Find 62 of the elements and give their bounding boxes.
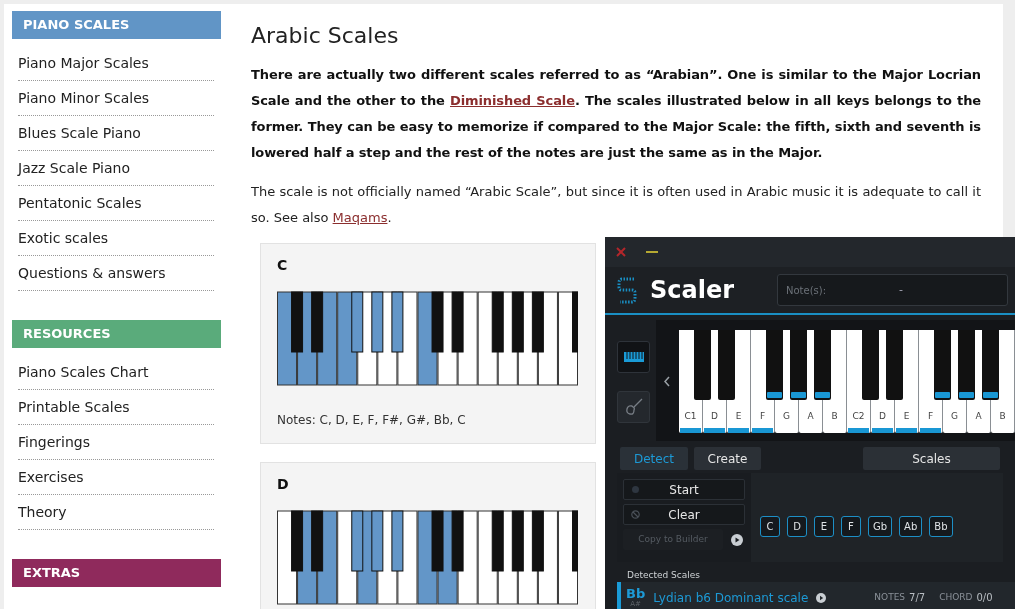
stat-label: NOTES [874, 590, 906, 604]
panel-button[interactable]: Clear [623, 504, 745, 525]
note-chip: Bb [929, 515, 953, 537]
prohibited-icon [631, 510, 640, 519]
piano-key[interactable] [958, 330, 975, 400]
scale-name: Lydian b6 Dominant scale [653, 589, 809, 607]
section-header: EXTRAS [12, 559, 221, 587]
stat-value: 7/7 [909, 591, 926, 605]
notes-field[interactable]: Note(s): - [777, 274, 1008, 306]
sidebar-link[interactable]: Piano Major Scales [18, 52, 149, 74]
record-dot-icon [632, 486, 639, 493]
tab[interactable]: Detect [620, 447, 688, 470]
sidebar-link[interactable]: Jazz Scale Piano [18, 157, 130, 179]
app-title: Scaler [650, 275, 735, 306]
note-chip: Ab [899, 515, 923, 537]
sidebar-link[interactable]: Exercises [18, 466, 84, 488]
play-icon[interactable] [731, 533, 743, 546]
root-note: Bb [626, 587, 646, 600]
card-title: C [277, 256, 289, 274]
field-label: Note(s): [786, 283, 827, 298]
note-chip: F [841, 515, 861, 537]
chevron-left-icon[interactable] [664, 376, 670, 387]
notes-text: Notes: C, D, E, F, F#, G#, Bb, C [277, 412, 467, 429]
minimize-icon[interactable] [646, 250, 658, 254]
sidebar-link[interactable]: Theory [18, 501, 67, 523]
stat-value: 0/0 [976, 591, 993, 605]
card-title: D [277, 475, 290, 493]
sidebar-link[interactable]: Questions & answers [18, 262, 166, 284]
note-chip: E [814, 515, 834, 537]
piano-key[interactable] [934, 330, 951, 400]
sidebar-link[interactable]: Pentatonic Scales [18, 192, 142, 214]
note-chip: Gb [868, 515, 893, 537]
piano-key[interactable] [982, 330, 999, 400]
logo-icon [617, 275, 637, 305]
sidebar-link[interactable]: Piano Minor Scales [18, 87, 150, 109]
sidebar-link[interactable]: Piano Scales Chart [18, 361, 149, 383]
piano-key[interactable] [814, 330, 831, 400]
view-button[interactable] [617, 340, 650, 373]
note-chip: C [760, 515, 780, 537]
tab[interactable]: Create [694, 447, 761, 470]
page-title: Arabic Scales [251, 22, 400, 50]
play-icon[interactable] [816, 592, 827, 603]
sidebar-link[interactable]: Blues Scale Piano [18, 122, 141, 144]
sidebar-link[interactable]: Exotic scales [18, 227, 109, 249]
section-label: Detected Scales [627, 569, 702, 582]
text-link[interactable]: Maqams [332, 210, 388, 225]
sidebar-link[interactable]: Fingerings [18, 431, 90, 453]
section-header: RESOURCES [12, 320, 221, 348]
section-header: PIANO SCALES [12, 11, 221, 39]
piano-key[interactable] [766, 330, 783, 400]
tab[interactable]: Scales [863, 447, 1000, 470]
field-value: - [899, 281, 904, 298]
body-paragraph: The scale is not officially named “Arabic Scale”, but since it is often used in Arabic music it is adequate to call it so. See also Maqams. [251, 183, 981, 227]
panel-button[interactable]: Start [623, 479, 745, 500]
stat-label: CHORD [939, 590, 973, 604]
note-chip: D [787, 515, 807, 537]
keyboard-icon [623, 351, 644, 362]
text-link[interactable]: Diminished Scale [450, 93, 575, 108]
intro-paragraph: There are actually two different scales referred to as “Arabian”. One is similar to the Major Locrian Scale and the other to the Diminished Scale. The scales illustrated below in all keys belongs to the former. They can be easy to memorize if compared to the Major Scale: the fifth, sixth and seventh is lowered half a step and the rest of the notes are just the same as in the Major. [251, 66, 981, 162]
piano-key[interactable] [790, 330, 807, 400]
view-button[interactable] [617, 390, 650, 423]
sidebar-link[interactable]: Printable Scales [18, 396, 130, 418]
